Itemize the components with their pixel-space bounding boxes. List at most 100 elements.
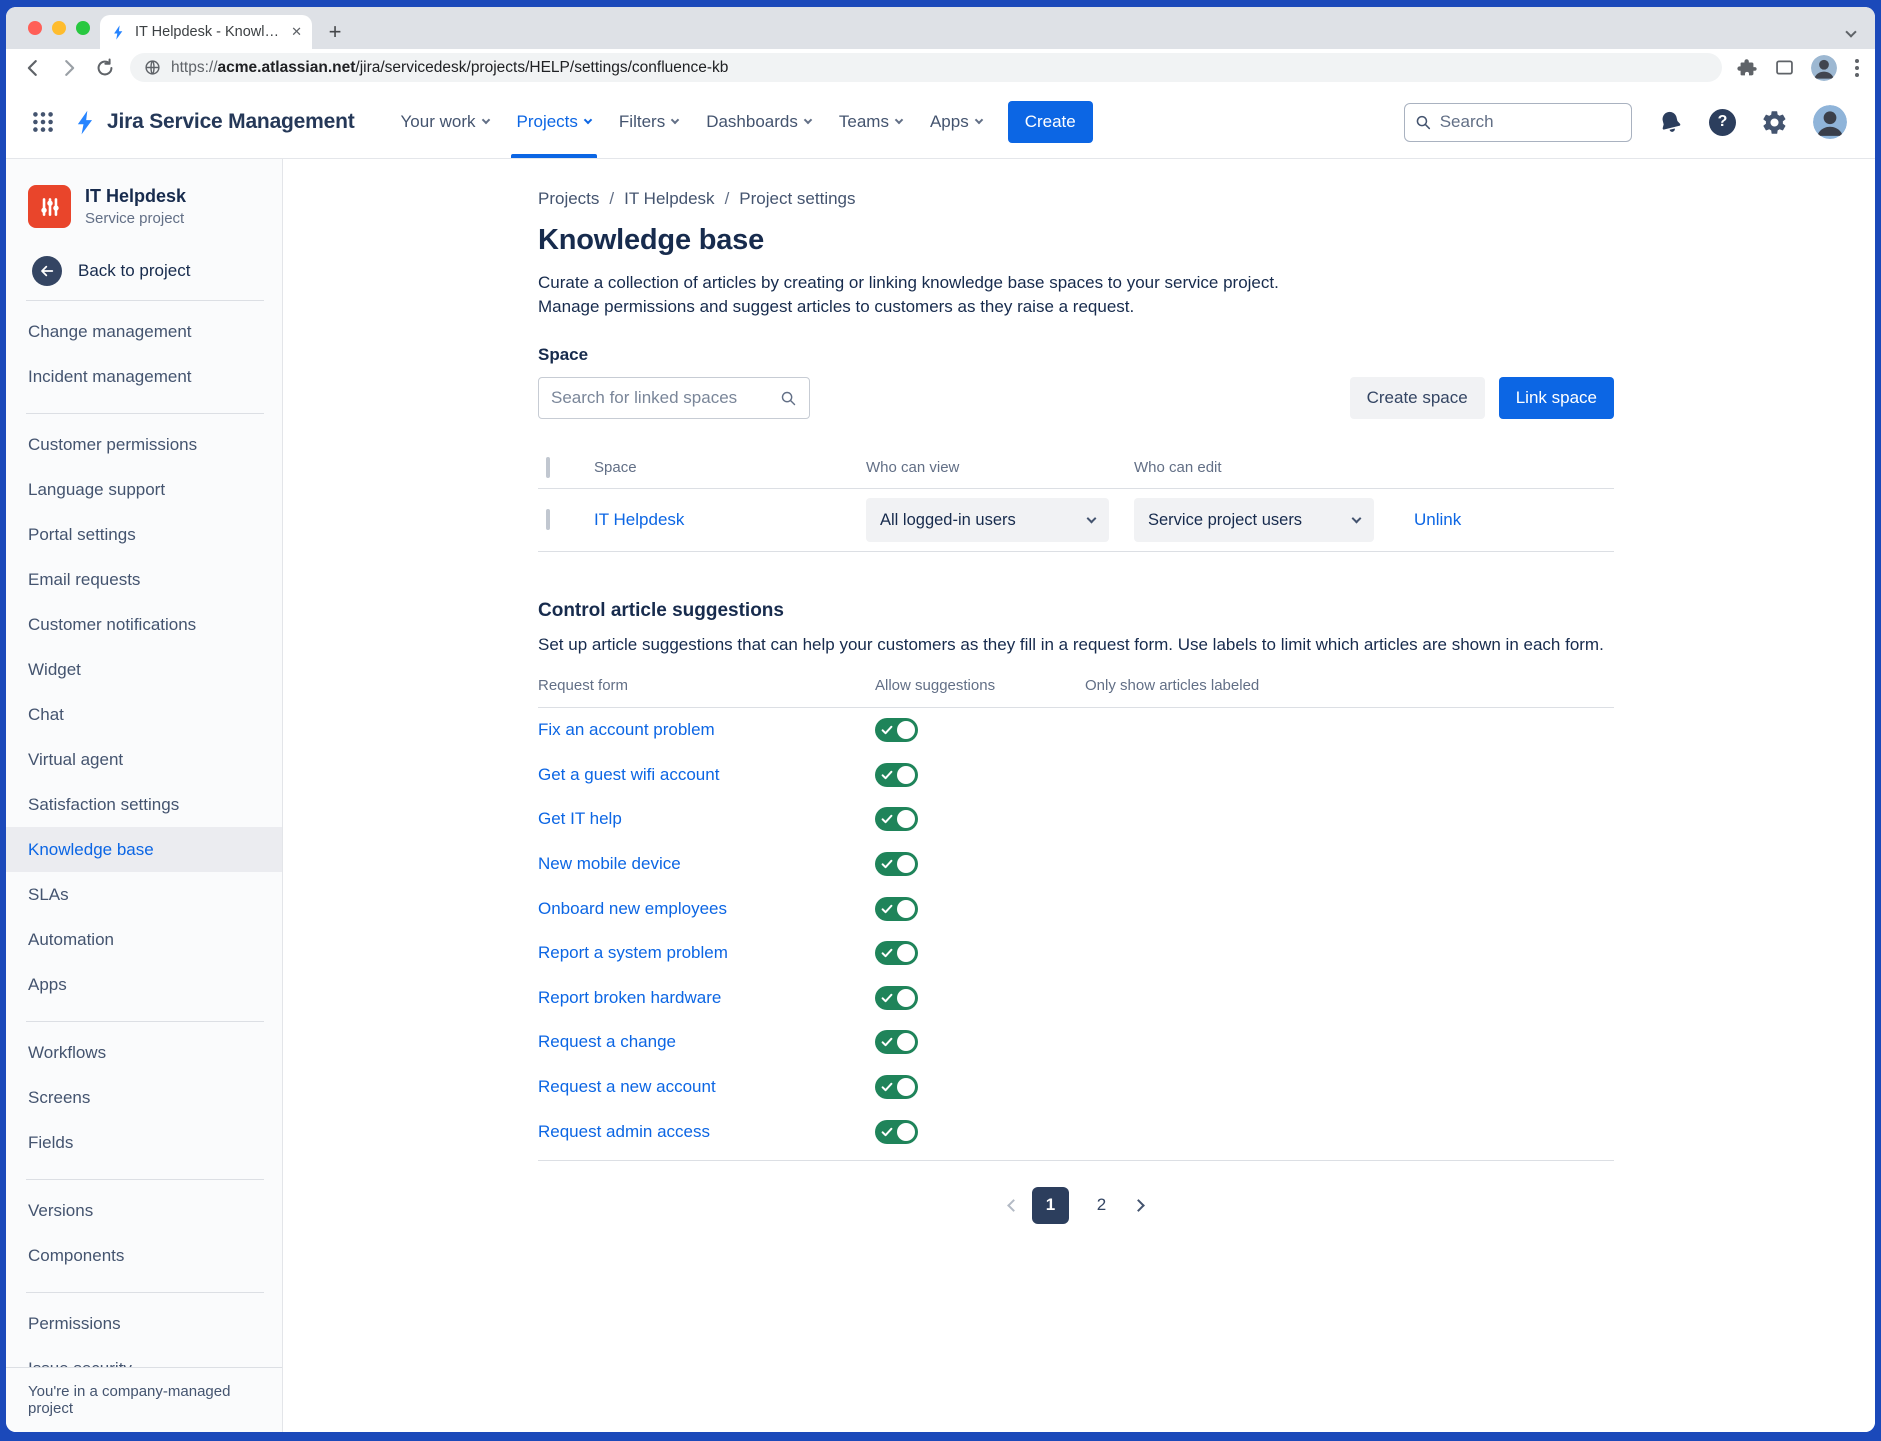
allow-suggestions-toggle[interactable] (875, 986, 918, 1010)
page-title: Knowledge base (538, 224, 1614, 257)
maximize-window-button[interactable] (76, 21, 90, 35)
settings-gear-icon[interactable] (1761, 109, 1788, 136)
nav-dashboards[interactable]: Dashboards (694, 86, 823, 158)
global-search[interactable] (1404, 103, 1632, 142)
request-form-link[interactable]: Request admin access (538, 1122, 875, 1142)
create-space-button[interactable]: Create space (1350, 377, 1485, 419)
address-input[interactable]: https://acme.atlassian.net/jira/serviced… (130, 53, 1722, 82)
unlink-button[interactable]: Unlink (1414, 510, 1461, 529)
nav-label: Dashboards (706, 112, 798, 132)
tab-list-chevron-icon[interactable] (1847, 23, 1857, 33)
sidebar-item-versions[interactable]: Versions (6, 1188, 282, 1233)
sidebar-item-virtual-agent[interactable]: Virtual agent (6, 737, 282, 782)
sidebar-item-knowledge-base[interactable]: Knowledge base (6, 827, 282, 872)
allow-suggestions-toggle[interactable] (875, 1120, 918, 1144)
col-header-edit: Who can edit (1134, 459, 1414, 476)
page-1-button[interactable]: 1 (1032, 1187, 1069, 1224)
allow-suggestions-toggle[interactable] (875, 897, 918, 921)
request-form-link[interactable]: Get a guest wifi account (538, 765, 875, 785)
forward-icon[interactable] (58, 57, 80, 79)
sidebar-item-change-management[interactable]: Change management (6, 309, 282, 354)
nav-teams[interactable]: Teams (827, 86, 914, 158)
sidebar-item-language-support[interactable]: Language support (6, 467, 282, 512)
request-form-link[interactable]: Request a change (538, 1032, 875, 1052)
allow-suggestions-toggle[interactable] (875, 807, 918, 831)
extensions-puzzle-icon[interactable] (1736, 57, 1758, 79)
new-tab-button[interactable]: + (320, 17, 350, 47)
user-avatar[interactable] (1813, 105, 1847, 139)
row-checkbox[interactable] (546, 509, 550, 530)
notifications-bell-icon[interactable] (1654, 106, 1687, 139)
sidebar-item-customer-notifications[interactable]: Customer notifications (6, 602, 282, 647)
allow-suggestions-toggle[interactable] (875, 941, 918, 965)
app-logo[interactable]: Jira Service Management (72, 109, 355, 136)
suggestions-heading: Control article suggestions (538, 600, 1614, 622)
close-window-button[interactable] (28, 21, 42, 35)
sidebar-item-fields[interactable]: Fields (6, 1120, 282, 1165)
request-form-link[interactable]: Get IT help (538, 809, 875, 829)
global-search-input[interactable] (1440, 112, 1621, 132)
browser-window: IT Helpdesk - Knowledge base ✕ + https:/… (6, 7, 1875, 1432)
sidebar-item-components[interactable]: Components (6, 1233, 282, 1278)
browser-profile-avatar[interactable] (1811, 55, 1837, 81)
allow-suggestions-toggle[interactable] (875, 1075, 918, 1099)
refresh-icon[interactable] (94, 57, 116, 79)
nav-filters[interactable]: Filters (607, 86, 690, 158)
desktop-frame: IT Helpdesk - Knowledge base ✕ + https:/… (0, 0, 1881, 1441)
sidebar-item-email-requests[interactable]: Email requests (6, 557, 282, 602)
prev-page-icon[interactable] (1007, 1199, 1020, 1212)
back-icon[interactable] (22, 57, 44, 79)
allow-suggestions-toggle[interactable] (875, 852, 918, 876)
browser-menu-icon[interactable] (1853, 57, 1861, 79)
help-icon[interactable]: ? (1709, 109, 1736, 136)
request-form-link[interactable]: New mobile device (538, 854, 875, 874)
breadcrumb-projects[interactable]: Projects (538, 189, 599, 209)
sidebar-item-chat[interactable]: Chat (6, 692, 282, 737)
create-button[interactable]: Create (1008, 101, 1093, 143)
suggestion-row-request-a-change: Request a change (538, 1020, 1614, 1065)
sidebar-item-permissions[interactable]: Permissions (6, 1301, 282, 1346)
next-page-icon[interactable] (1132, 1199, 1145, 1212)
linked-spaces-search-input[interactable] (551, 388, 772, 408)
side-panel-icon[interactable] (1774, 57, 1795, 78)
allow-suggestions-toggle[interactable] (875, 763, 918, 787)
minimize-window-button[interactable] (52, 21, 66, 35)
back-to-project[interactable]: Back to project (6, 256, 282, 286)
sidebar-item-satisfaction-settings[interactable]: Satisfaction settings (6, 782, 282, 827)
request-form-link[interactable]: Fix an account problem (538, 720, 875, 740)
link-space-button[interactable]: Link space (1499, 377, 1614, 419)
sidebar-item-workflows[interactable]: Workflows (6, 1030, 282, 1075)
sidebar-item-apps[interactable]: Apps (6, 962, 282, 1007)
sidebar-divider (26, 413, 264, 414)
table-row: IT Helpdesk All logged-in users Service … (538, 489, 1614, 552)
breadcrumb-settings[interactable]: Project settings (739, 189, 855, 209)
app-switcher-icon[interactable] (30, 109, 56, 135)
request-form-link[interactable]: Report broken hardware (538, 988, 875, 1008)
who-can-view-select[interactable]: All logged-in users (866, 498, 1109, 542)
sidebar-divider (26, 1292, 264, 1293)
select-all-checkbox[interactable] (546, 457, 550, 478)
request-form-link[interactable]: Report a system problem (538, 943, 875, 963)
breadcrumb-project[interactable]: IT Helpdesk (624, 189, 714, 209)
browser-tab[interactable]: IT Helpdesk - Knowledge base ✕ (100, 15, 312, 49)
nav-apps[interactable]: Apps (918, 86, 994, 158)
page-2-button[interactable]: 2 (1083, 1187, 1120, 1224)
nav-projects[interactable]: Projects (505, 86, 603, 158)
who-can-edit-select[interactable]: Service project users (1134, 498, 1374, 542)
sidebar-item-automation[interactable]: Automation (6, 917, 282, 962)
sidebar-item-widget[interactable]: Widget (6, 647, 282, 692)
nav-your-work[interactable]: Your work (389, 86, 501, 158)
sidebar-item-portal-settings[interactable]: Portal settings (6, 512, 282, 557)
allow-suggestions-toggle[interactable] (875, 718, 918, 742)
sidebar-item-customer-permissions[interactable]: Customer permissions (6, 422, 282, 467)
space-link[interactable]: IT Helpdesk (594, 510, 684, 529)
sidebar-item-slas[interactable]: SLAs (6, 872, 282, 917)
sidebar-item-incident-management[interactable]: Incident management (6, 354, 282, 399)
tab-close-icon[interactable]: ✕ (291, 24, 302, 40)
allow-suggestions-toggle[interactable] (875, 1030, 918, 1054)
request-form-link[interactable]: Request a new account (538, 1077, 875, 1097)
sidebar-item-issue-security[interactable]: Issue security (6, 1346, 282, 1367)
sidebar-item-screens[interactable]: Screens (6, 1075, 282, 1120)
linked-spaces-search[interactable] (538, 377, 810, 419)
request-form-link[interactable]: Onboard new employees (538, 899, 875, 919)
